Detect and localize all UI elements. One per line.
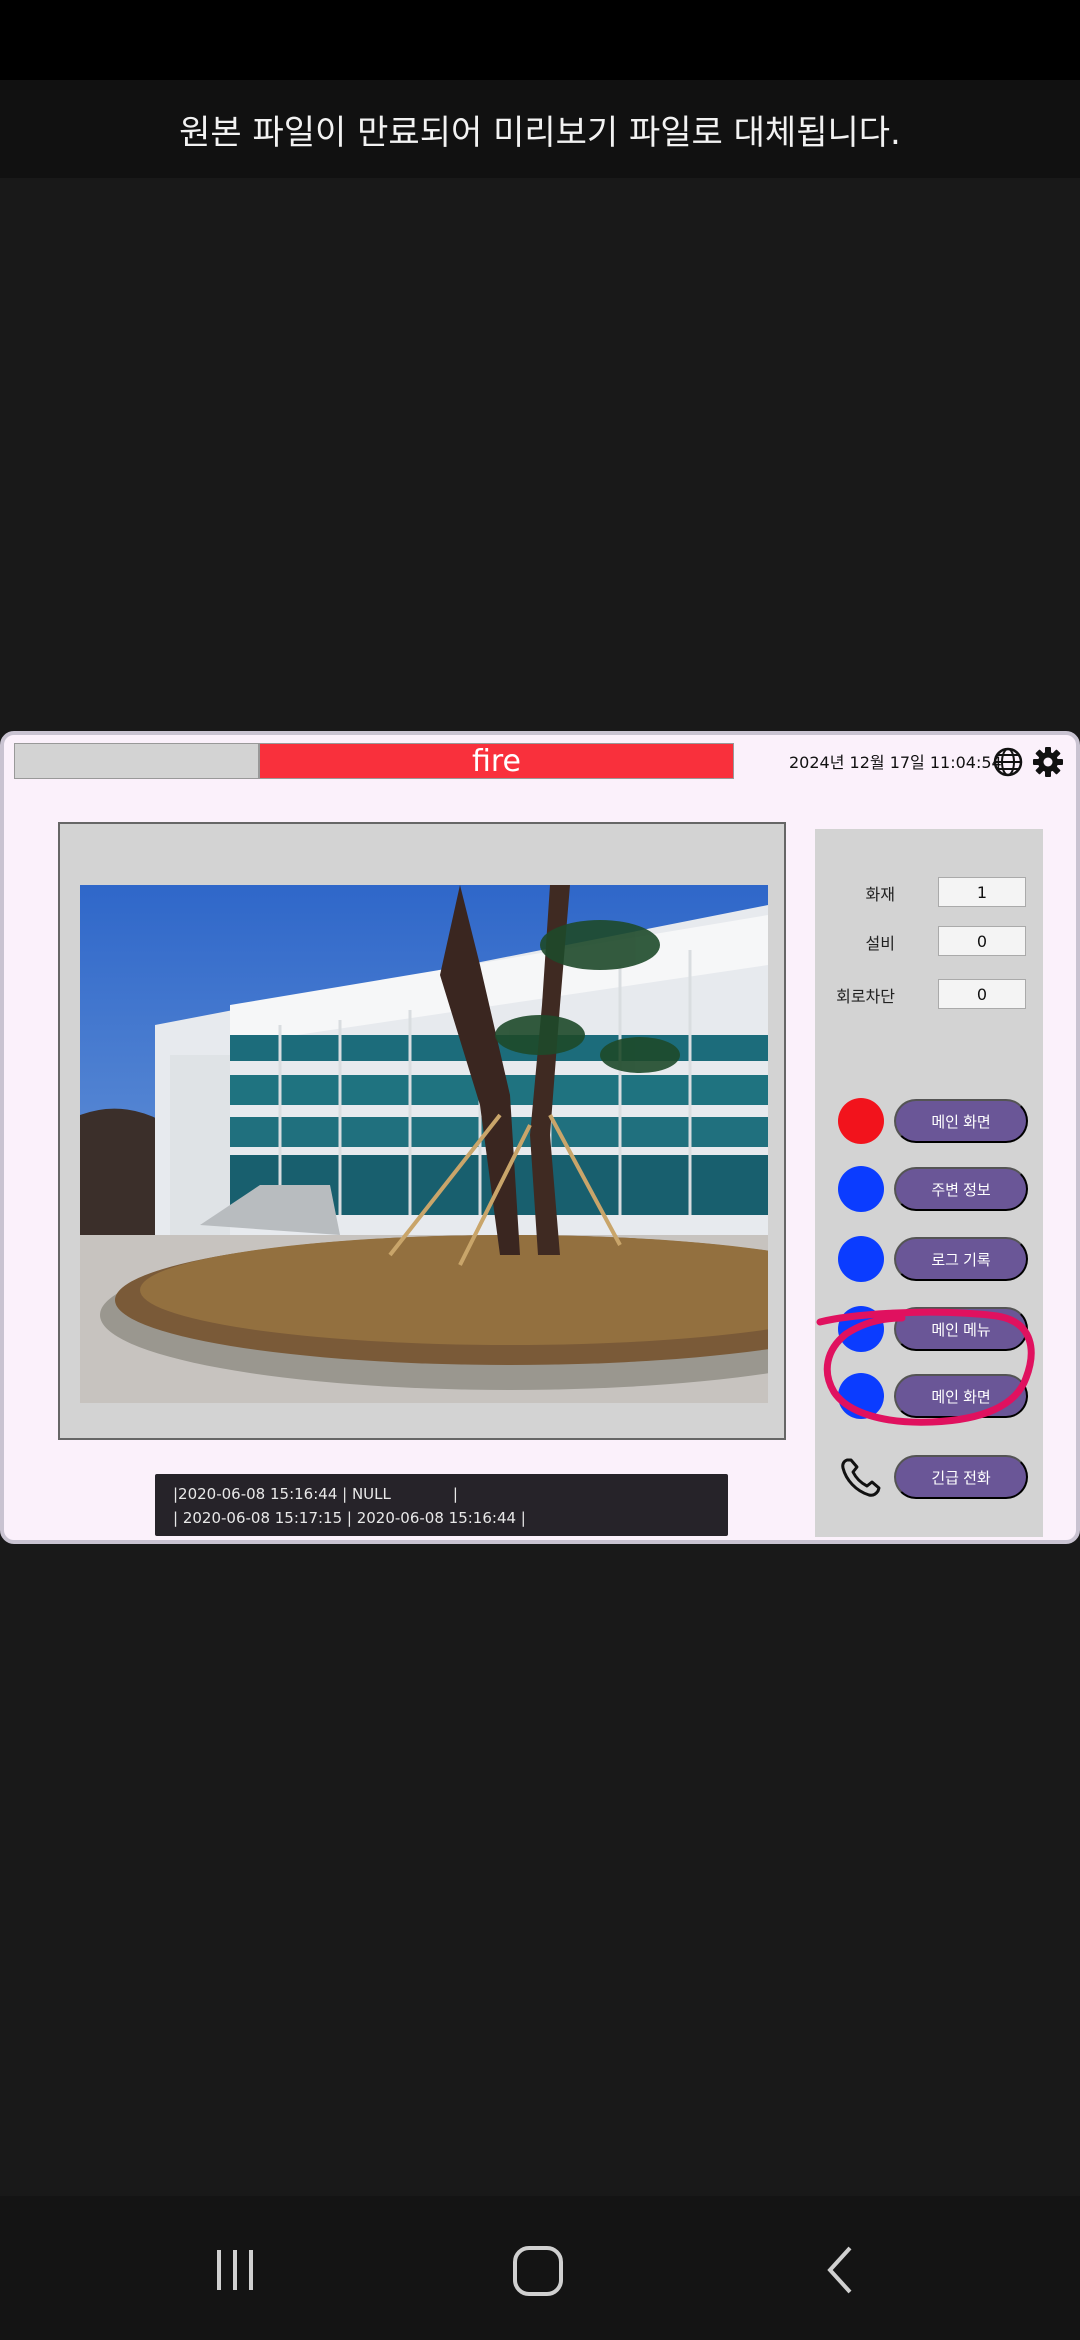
status-dot [838,1098,884,1144]
back-icon[interactable] [812,2240,872,2300]
log-line: | 2020-06-08 15:17:15 | 2020-06-08 15:16… [173,1509,526,1527]
log-records-button[interactable]: 로그 기록 [894,1237,1028,1281]
nav-row-main-screen: 메인 화면 [838,1098,1028,1144]
phone-icon [841,1458,881,1497]
home-icon[interactable] [508,2240,568,2300]
globe-icon[interactable] [992,746,1024,778]
equipment-count-row: 설비 0 [815,926,1043,956]
nav-row-log-records: 로그 기록 [838,1236,1028,1282]
status-dot [838,1166,884,1212]
status-dot [838,1236,884,1282]
emergency-call-button[interactable]: 긴급 전화 [894,1455,1028,1499]
top-bar-left-panel [14,743,259,779]
log-line: |2020-06-08 15:16:44 | NULL | [173,1485,458,1503]
fire-count-row: 화재 1 [815,877,1043,907]
building-photo [80,885,768,1403]
system-navigation-bar [0,2196,1080,2340]
pen-annotation-circle [816,1308,1035,1426]
circuit-break-count-label: 회로차단 [836,987,895,1006]
expired-file-notice: 원본 파일이 만료되어 미리보기 파일로 대체됩니다. [0,80,1080,178]
alarm-title-banner: fire [259,743,734,779]
fire-count-label: 화재 [865,885,895,904]
status-bar [0,0,1080,80]
top-bar: fire 2024년 12월 17일 11:04:54 [14,743,1080,779]
equipment-count-value: 0 [938,926,1026,956]
circuit-break-count-value: 0 [938,979,1026,1009]
event-log: |2020-06-08 15:16:44 | NULL | | 2020-06-… [155,1474,728,1536]
main-screen-button[interactable]: 메인 화면 [894,1099,1028,1143]
equipment-count-label: 설비 [865,934,895,953]
fire-count-value: 1 [938,877,1026,907]
nav-row-surrounding-info: 주변 정보 [838,1166,1028,1212]
surrounding-info-button[interactable]: 주변 정보 [894,1167,1028,1211]
gear-icon[interactable] [1032,746,1064,778]
top-bar-right: 2024년 12월 17일 11:04:54 [736,743,1080,779]
recent-apps-icon[interactable] [205,2240,265,2300]
datetime-display: 2024년 12월 17일 11:04:54 [789,753,1002,772]
circuit-break-count-row: 회로차단 0 [815,979,1043,1009]
nav-row-emergency-call: 긴급 전화 [838,1454,1028,1500]
